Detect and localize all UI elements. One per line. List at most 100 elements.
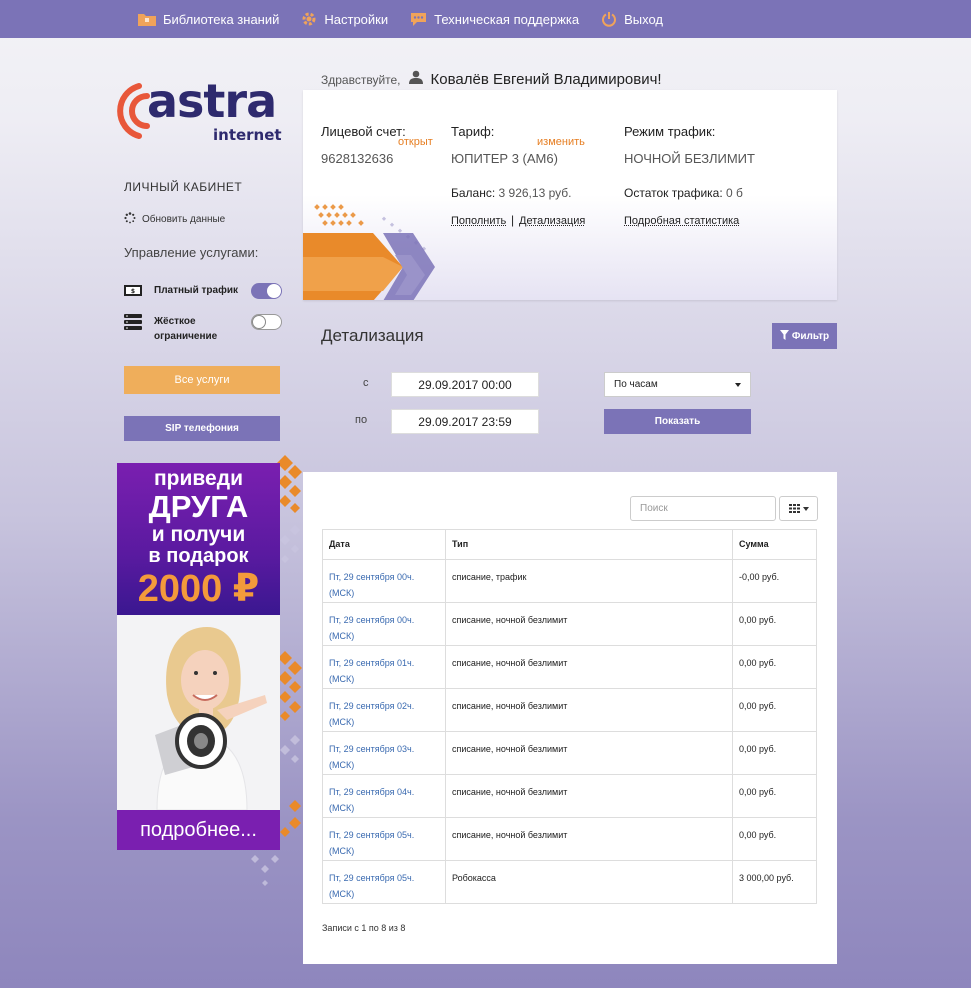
services-title: Управление услугами: (124, 245, 259, 260)
paid-traffic-row: $ Платный трафик (124, 283, 282, 300)
cell-type: списание, ночной безлимит (445, 688, 733, 732)
date-from-input[interactable]: 29.09.2017 00:00 (391, 372, 539, 397)
all-services-button[interactable]: Все услуги (124, 366, 280, 394)
nav-label: Настройки (324, 11, 389, 27)
cell-type: списание, ночной безлимит (445, 602, 733, 646)
cell-date: Пт, 29 сентября 00ч. (МСК) (322, 559, 446, 603)
hard-limit-row: Жёсткое ограничение (124, 314, 282, 344)
cell-sum: 3 000,00 руб. (732, 860, 817, 904)
hard-limit-label: Жёсткое ограничение (154, 316, 218, 342)
traffic-left-label: Остаток трафика: (624, 186, 723, 200)
date-to-input[interactable]: 29.09.2017 23:59 (391, 409, 539, 434)
nav-knowledge-base[interactable]: Библиотека знаний (138, 12, 279, 27)
hard-limit-toggle[interactable] (251, 314, 282, 330)
nav-label: Библиотека знаний (163, 11, 280, 27)
cell-type: списание, ночной безлимит (445, 731, 733, 775)
cell-date: Пт, 29 сентября 01ч. (МСК) (322, 645, 446, 689)
account-status: открыт (398, 136, 433, 148)
banner-line4: в подарок (148, 545, 249, 567)
account-label: Лицевой счет: (321, 124, 406, 139)
table-row: Пт, 29 сентября 00ч. (МСК) списание, тра… (322, 559, 817, 603)
user-icon (408, 70, 423, 89)
banner-photo (117, 615, 280, 810)
tariff-label: Тариф: (451, 124, 495, 139)
topup-link[interactable]: Пополнить (451, 215, 506, 227)
nav-settings[interactable]: Настройки (301, 11, 388, 27)
stats-link[interactable]: Подробная статистика (624, 215, 739, 227)
money-icon: $ (124, 283, 142, 300)
traffic-left-value: 0 б (726, 186, 743, 200)
table-row: Пт, 29 сентября 02ч. (МСК) списание, ноч… (322, 688, 817, 732)
grid-icon (788, 500, 800, 518)
cell-date: Пт, 29 сентября 03ч. (МСК) (322, 731, 446, 775)
greeting: Здравствуйте, Ковалёв Евгений Владимиров… (321, 70, 662, 89)
balance-label: Баланс: (451, 186, 496, 200)
banner-line1: приведи (154, 467, 243, 490)
astra-logo[interactable]: astra internet (117, 78, 282, 144)
filter-button[interactable]: Фильтр (772, 323, 837, 349)
paid-traffic-toggle[interactable] (251, 283, 282, 299)
balance: Баланс: 3 926,13 руб. (451, 186, 571, 200)
cell-type: списание, ночной безлимит (445, 645, 733, 689)
table-row: Пт, 29 сентября 04ч. (МСК) списание, ноч… (322, 774, 817, 818)
to-label: по (355, 414, 368, 426)
traffic-mode-label: Режим трафик: (624, 124, 716, 139)
refresh-button[interactable]: Обновить данные (124, 212, 225, 227)
period-select[interactable]: По часам (604, 372, 751, 397)
table-row: Пт, 29 сентября 05ч. (МСК) списание, ноч… (322, 817, 817, 861)
cell-type: списание, трафик (445, 559, 733, 603)
power-icon (601, 11, 617, 27)
tariff-change-link[interactable]: изменить (537, 136, 585, 148)
table-info: Записи с 1 по 8 из 8 (322, 923, 406, 933)
banner-line3: и получи (151, 523, 246, 546)
logo-sub: internet (213, 126, 282, 144)
cell-type: списание, ночной безлимит (445, 774, 733, 818)
detalization-table: Дата Тип Сумма Пт, 29 сентября 00ч. (МСК… (322, 529, 817, 904)
caret-down-icon (735, 383, 741, 387)
gear-icon (301, 11, 317, 27)
table-row: Пт, 29 сентября 01ч. (МСК) списание, ноч… (322, 645, 817, 689)
filter-label: Фильтр (791, 330, 830, 342)
cell-sum: 0,00 руб. (732, 645, 817, 689)
paid-traffic-label: Платный трафик (154, 285, 238, 296)
toggle-knob (252, 315, 266, 329)
cell-date: Пт, 29 сентября 00ч. (МСК) (322, 602, 446, 646)
logo-word: astra (147, 74, 277, 128)
nav-logout[interactable]: Выход (601, 11, 663, 27)
cell-type: списание, ночной безлимит (445, 817, 733, 861)
table-header-row: Дата Тип Сумма (322, 529, 817, 560)
tariff-name: ЮПИТЕР 3 (АМ6) (451, 151, 558, 166)
period-select-value: По часам (614, 379, 658, 390)
columns-button[interactable] (779, 496, 818, 521)
from-label: с (363, 377, 369, 389)
col-type-header[interactable]: Тип (445, 529, 733, 560)
account-card: Лицевой счет: открыт 9628132636 Тариф: и… (303, 90, 837, 300)
chat-icon (410, 12, 427, 27)
spinner-icon (124, 212, 136, 227)
banner-headline: приведи ДРУГА и получи в подарок 2000 ₽ (117, 463, 280, 615)
cell-date: Пт, 29 сентября 05ч. (МСК) (322, 817, 446, 861)
promo-banner[interactable]: приведи ДРУГА и получи в подарок 2000 ₽ … (117, 463, 280, 850)
detalization-title: Детализация (321, 326, 424, 345)
cell-sum: -0,00 руб. (732, 559, 817, 603)
user-name: Ковалёв Евгений Владимирович! (430, 71, 662, 88)
toggle-knob (267, 284, 281, 298)
nav-label: Выход (624, 11, 663, 27)
col-sum-header[interactable]: Сумма (732, 529, 817, 560)
sip-telephony-button[interactable]: SIP телефония (124, 416, 280, 441)
balance-value: 3 926,13 руб. (498, 186, 572, 200)
nav-support[interactable]: Техническая поддержка (410, 12, 579, 27)
col-date-header[interactable]: Дата (322, 529, 446, 560)
search-input[interactable]: Поиск (630, 496, 776, 521)
traffic-left: Остаток трафика: 0 б (624, 186, 743, 200)
arrow-decoration (303, 204, 435, 300)
cell-sum: 0,00 руб. (732, 731, 817, 775)
top-nav: Библиотека знаний Настройки Техническая … (0, 0, 971, 38)
account-number: 9628132636 (321, 151, 394, 166)
cell-sum: 0,00 руб. (732, 817, 817, 861)
detail-link[interactable]: Детализация (519, 215, 585, 227)
server-stack-icon (124, 314, 142, 333)
nav-label: Техническая поддержка (434, 11, 580, 27)
banner-amount: 2000 ₽ (137, 568, 260, 610)
show-button[interactable]: Показать (604, 409, 751, 434)
